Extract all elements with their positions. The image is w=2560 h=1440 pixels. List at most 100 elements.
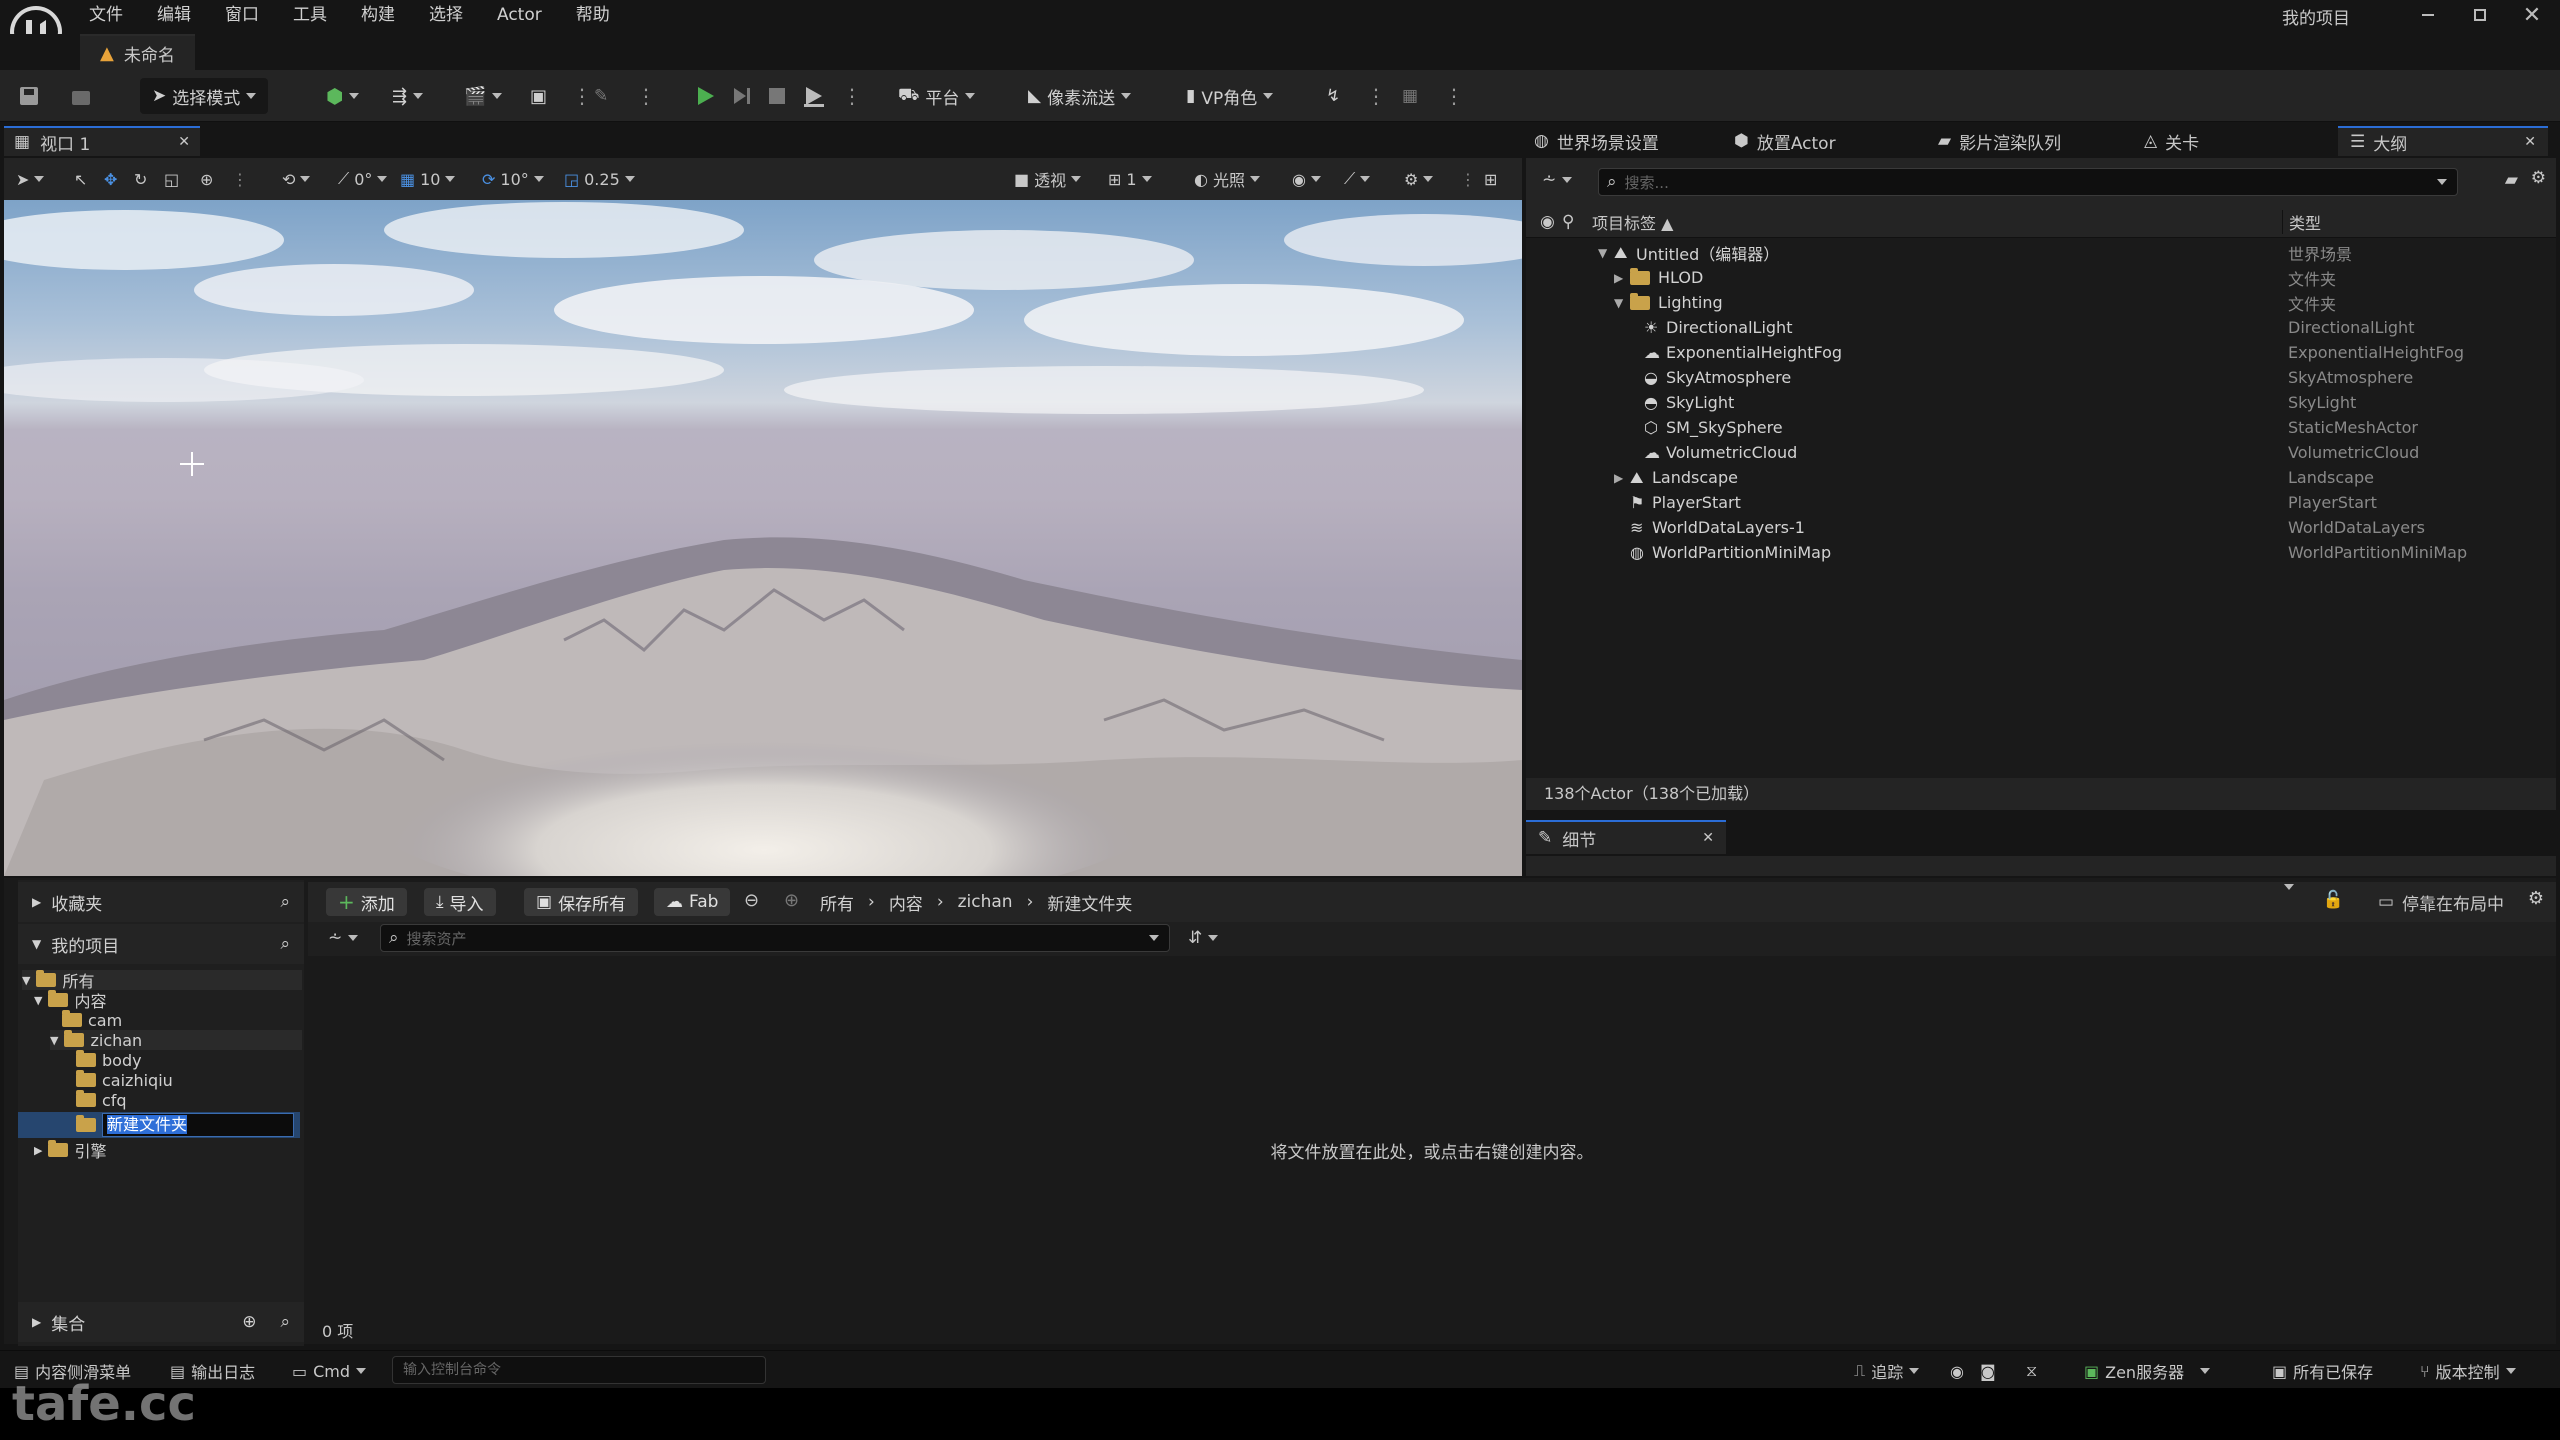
save-all-button[interactable]: ▣ 保存所有: [524, 888, 639, 916]
tree-item-cam[interactable]: cam: [62, 1010, 122, 1030]
search-icon[interactable]: ⌕: [280, 934, 290, 954]
tree-item-zichan[interactable]: ▼ zichan: [50, 1030, 302, 1050]
pixel-streaming-dropdown[interactable]: ◣ 像素流送: [1028, 78, 1132, 114]
close-icon[interactable]: ✕: [1702, 830, 1714, 846]
lighting-dropdown[interactable]: ◐ 光照: [1194, 164, 1260, 194]
tab-world-settings[interactable]: ◍ 世界场景设置: [1522, 126, 1671, 156]
chevron-right-icon[interactable]: ›: [937, 892, 944, 912]
rename-folder-input[interactable]: 新建文件夹: [102, 1113, 294, 1137]
breadcrumb-item[interactable]: zichan: [958, 892, 1013, 912]
modeling-button[interactable]: ✎: [594, 78, 608, 114]
fab-button[interactable]: ☁ Fab: [654, 888, 731, 916]
tab-movie-render-queue[interactable]: ▰ 影片渲染队列: [1926, 126, 2073, 156]
add-collection-icon[interactable]: ⊕: [242, 1312, 256, 1332]
trace-dropdown[interactable]: ⎍ 追踪: [1854, 1359, 1920, 1383]
menu-edit[interactable]: 编辑: [140, 0, 208, 30]
import-button[interactable]: ⤓ 导入: [424, 888, 496, 916]
add-button[interactable]: + 添加: [326, 888, 407, 916]
outliner-row[interactable]: ◓ SkyLight SkyLight: [1526, 390, 2556, 415]
tab-place-actors[interactable]: ⬢ 放置Actor: [1722, 126, 1848, 156]
dock-in-layout-button[interactable]: ▭ 停靠在布局中: [2378, 888, 2504, 916]
outliner-row[interactable]: ≋ WorldDataLayers-1 WorldDataLayers: [1526, 515, 2556, 540]
tree-item-all[interactable]: ▼ 所有: [22, 970, 302, 991]
close-icon[interactable]: ✕: [178, 134, 190, 150]
browse-icon[interactable]: [70, 78, 92, 114]
collections-section[interactable]: ▶ 集合 ⊕ ⌕: [18, 1302, 304, 1342]
outliner-row[interactable]: ☁ ExponentialHeightFog ExponentialHeight…: [1526, 340, 2556, 365]
more-options-icon[interactable]: ⋮: [572, 78, 592, 114]
console-command-input[interactable]: 输入控制台命令: [392, 1356, 766, 1384]
viewport-tab[interactable]: ▦ 视口 1 ✕: [4, 126, 200, 156]
platforms-dropdown[interactable]: ⛟ 平台: [898, 78, 976, 114]
column-label-header[interactable]: 项目标签 ▲: [1592, 210, 1673, 234]
gear-icon[interactable]: ⚙: [2528, 888, 2544, 909]
search-icon[interactable]: ⌕: [280, 892, 290, 912]
translate-tool-button[interactable]: ✥: [104, 164, 117, 194]
surface-snap-dropdown[interactable]: ⟲: [282, 164, 311, 194]
more-options-icon[interactable]: ⋮: [1460, 164, 1476, 194]
asset-search-input[interactable]: ⌕ 搜索资产: [380, 924, 1170, 952]
record-button[interactable]: ◉: [1950, 1359, 1964, 1383]
grid-snap-dropdown[interactable]: ▦ 10: [400, 164, 456, 194]
more-options-icon[interactable]: ⋮: [232, 164, 248, 194]
chevron-right-icon[interactable]: ›: [868, 892, 875, 912]
tab-outliner[interactable]: ☰ 大纲 ✕: [2338, 126, 2548, 156]
tree-item-content[interactable]: ▼ 内容: [34, 990, 106, 1011]
outliner-row[interactable]: ◍ WorldPartitionMiniMap WorldPartitionMi…: [1526, 540, 2556, 565]
launch-button[interactable]: [802, 78, 826, 114]
close-window-button[interactable]: ✕: [2506, 0, 2558, 30]
search-icon[interactable]: ⌕: [280, 1312, 290, 1332]
expand-arrow-icon[interactable]: ▼: [1614, 296, 1630, 310]
menu-actor[interactable]: Actor: [480, 0, 559, 30]
cmd-dropdown[interactable]: ▭ Cmd: [292, 1359, 367, 1383]
menu-build[interactable]: 构建: [344, 0, 412, 30]
rotate-tool-button[interactable]: ↻: [134, 164, 147, 194]
settings-dropdown[interactable]: ⚙: [1404, 164, 1434, 194]
breadcrumb-history-dropdown[interactable]: [2284, 884, 2294, 910]
expand-arrow-icon[interactable]: ▶: [1614, 271, 1630, 285]
outliner-row[interactable]: ⬡ SM_SkySphere StaticMeshActor: [1526, 415, 2556, 440]
render-button[interactable]: ▦: [1402, 78, 1418, 114]
outliner-row[interactable]: ◒ SkyAtmosphere SkyAtmosphere: [1526, 365, 2556, 390]
my-project-section[interactable]: ▼ 我的项目 ⌕: [18, 924, 304, 964]
save-icon[interactable]: [18, 78, 40, 114]
play-button[interactable]: [694, 78, 716, 114]
more-options-icon[interactable]: ⋮: [842, 78, 862, 114]
tab-levels[interactable]: ◬ 关卡: [2132, 126, 2211, 156]
menu-select[interactable]: 选择: [412, 0, 480, 30]
screenshot-button[interactable]: ◙: [1980, 1359, 1996, 1383]
tree-item-engine[interactable]: ▶ 引擎: [34, 1140, 106, 1161]
add-actor-button[interactable]: ⬢: [326, 78, 360, 114]
select-mode-dropdown[interactable]: ➤ 选择模式: [140, 78, 269, 114]
world-local-button[interactable]: ⊕: [200, 164, 213, 194]
tree-item-cfq[interactable]: cfq: [76, 1090, 127, 1110]
stop-button[interactable]: [766, 78, 788, 114]
tree-item-caizhiqiu[interactable]: caizhiqiu: [76, 1070, 173, 1090]
breadcrumb-item[interactable]: 新建文件夹: [1047, 890, 1132, 915]
tree-item-body[interactable]: body: [76, 1050, 142, 1070]
pin-icon[interactable]: ⚲: [1562, 212, 1584, 232]
scale-snap-dropdown[interactable]: ◲ 0.25: [564, 164, 635, 194]
add-folder-icon[interactable]: ▰: [2505, 170, 2518, 190]
view-mode-dropdown[interactable]: ■ 透视: [1014, 164, 1082, 194]
breadcrumb-item[interactable]: 内容: [889, 890, 923, 915]
outliner-filter-dropdown[interactable]: ⩪: [1542, 170, 1573, 190]
source-control-dropdown[interactable]: ⑂ 版本控制: [2420, 1359, 2516, 1383]
details-tab[interactable]: ✎ 细节 ✕: [1526, 820, 1726, 854]
more-options-icon[interactable]: ⋮: [1444, 78, 1464, 114]
breadcrumb-item[interactable]: 所有: [820, 890, 854, 915]
layout-dropdown[interactable]: ⊞ 1: [1108, 164, 1152, 194]
eye-icon[interactable]: ◉: [1540, 212, 1562, 232]
rotation-snap-dropdown[interactable]: ⟳ 10°: [482, 164, 544, 194]
outliner-row[interactable]: ⚑ PlayerStart PlayerStart: [1526, 490, 2556, 515]
tree-item-new-folder[interactable]: 新建文件夹: [18, 1112, 300, 1138]
show-dropdown[interactable]: ◉: [1292, 164, 1321, 194]
outliner-row[interactable]: ▶ ⛰ Landscape Landscape: [1526, 465, 2556, 490]
live-link-button[interactable]: ↯: [1326, 78, 1340, 114]
document-tab[interactable]: ▲ 未命名: [80, 34, 195, 70]
viewport-options-dropdown[interactable]: ➤: [16, 164, 45, 194]
outliner-search-input[interactable]: ⌕ 搜索...: [1598, 168, 2458, 196]
outliner-row[interactable]: ☁ VolumetricCloud VolumetricCloud: [1526, 440, 2556, 465]
asset-filter-dropdown[interactable]: ⩪: [328, 928, 359, 948]
zen-server-dropdown[interactable]: ▣ Zen服务器: [2084, 1359, 2211, 1383]
